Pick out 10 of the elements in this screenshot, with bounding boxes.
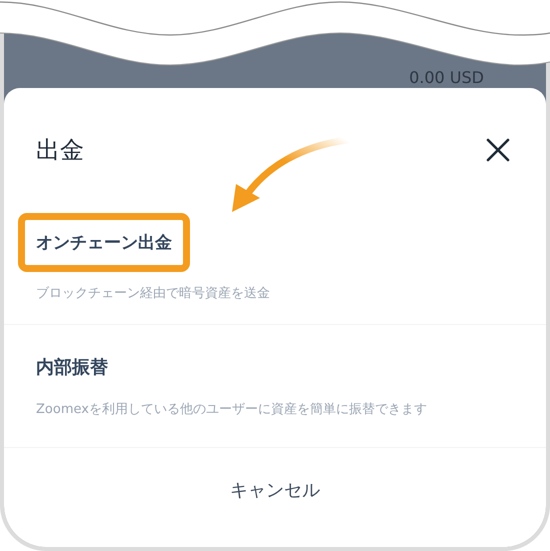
option-title: 内部振替	[36, 356, 108, 380]
option-row[interactable]: オンチェーン出金 ブロックチェーン経由で暗号資産を送金	[4, 170, 546, 325]
cancel-button[interactable]: キャンセル	[220, 474, 330, 506]
option-title: オンチェーン出金	[36, 232, 172, 255]
option-description: ブロックチェーン経由で暗号資産を送金	[36, 285, 271, 302]
balance-text: 0.00 USD	[409, 69, 484, 87]
option-description: Zoomexを利用している他のユーザーに資産を簡単に振替できます	[36, 401, 428, 418]
option-row[interactable]: 内部振替 Zoomexを利用している他のユーザーに資産を簡単に振替できます	[4, 325, 546, 448]
sheet-title: 出金	[36, 135, 84, 166]
close-icon[interactable]	[486, 138, 510, 162]
